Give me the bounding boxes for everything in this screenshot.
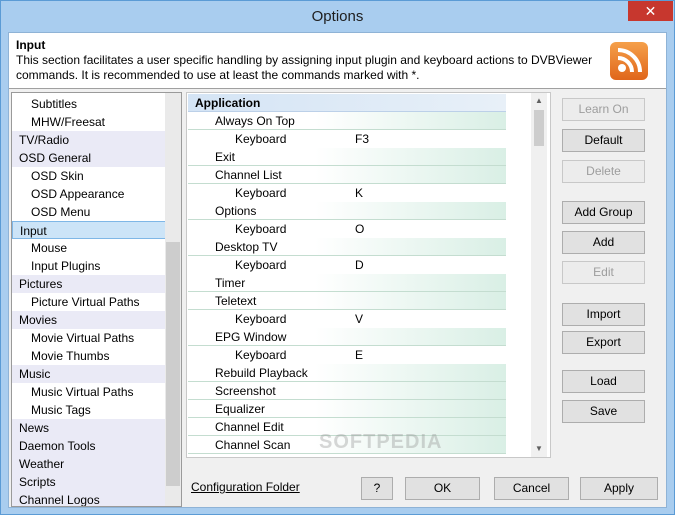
section-header: Input This section facilitates a user sp… bbox=[9, 33, 666, 89]
tree-item-tv-radio[interactable]: TV/Radio bbox=[12, 131, 166, 149]
tree-item-osd-appearance[interactable]: OSD Appearance bbox=[12, 185, 166, 203]
tree-item-channel-logos[interactable]: Channel Logos bbox=[12, 491, 166, 506]
title-bar: Options ✕ bbox=[1, 1, 674, 32]
key-binding-type: Keyboard bbox=[235, 348, 287, 362]
tree-item-osd-general[interactable]: OSD General bbox=[12, 149, 166, 167]
command-action[interactable]: Options bbox=[188, 202, 506, 220]
key-binding-row[interactable]: Keyboard D bbox=[188, 256, 506, 274]
rss-feed-icon bbox=[610, 42, 648, 80]
client-area: Input This section facilitates a user sp… bbox=[8, 32, 667, 508]
command-action[interactable]: Equalizer bbox=[188, 400, 506, 418]
tree-item-input[interactable]: Input bbox=[12, 221, 166, 239]
tree-item-subtitles[interactable]: Subtitles bbox=[12, 95, 166, 113]
command-action[interactable]: Always On Top bbox=[188, 112, 506, 130]
scroll-down-icon[interactable]: ▼ bbox=[531, 441, 547, 457]
command-action[interactable]: Rebuild Playback bbox=[188, 364, 506, 382]
import-button[interactable]: Import bbox=[562, 303, 645, 326]
tree-item-movie-thumbs[interactable]: Movie Thumbs bbox=[12, 347, 166, 365]
tree-item-scripts[interactable]: Scripts bbox=[12, 473, 166, 491]
tree-item-music[interactable]: Music bbox=[12, 365, 166, 383]
ok-button[interactable]: OK bbox=[405, 477, 480, 500]
key-binding-type: Keyboard bbox=[235, 258, 287, 272]
configuration-folder-link[interactable]: Configuration Folder bbox=[191, 480, 300, 494]
load-button[interactable]: Load bbox=[562, 370, 645, 393]
tree-item-movie-virtual-paths[interactable]: Movie Virtual Paths bbox=[12, 329, 166, 347]
command-action[interactable]: Channel List bbox=[188, 166, 506, 184]
delete-button[interactable]: Delete bbox=[562, 160, 645, 183]
command-list[interactable]: Application Always On Top Keyboard F3 Exit Ch… bbox=[186, 92, 551, 458]
scroll-up-icon[interactable]: ▲ bbox=[531, 93, 547, 109]
key-binding-type: Keyboard bbox=[235, 186, 287, 200]
key-binding-row[interactable]: Keyboard F3 bbox=[188, 130, 506, 148]
key-binding-type: Keyboard bbox=[235, 312, 287, 326]
tree-item-mouse[interactable]: Mouse bbox=[12, 239, 166, 257]
learn-on-button[interactable]: Learn On bbox=[562, 98, 645, 121]
watermark: SOFTPEDIA bbox=[319, 431, 443, 453]
tree-item-pictures[interactable]: Pictures bbox=[12, 275, 166, 293]
command-action[interactable]: Desktop TV bbox=[188, 238, 506, 256]
help-button[interactable]: ? bbox=[361, 477, 393, 500]
tree-item-picture-virtual-paths[interactable]: Picture Virtual Paths bbox=[12, 293, 166, 311]
edit-button[interactable]: Edit bbox=[562, 261, 645, 284]
key-binding-value: V bbox=[355, 312, 364, 326]
key-binding-value: K bbox=[355, 186, 364, 200]
list-scrollbar[interactable]: ▲ ▼ bbox=[531, 93, 547, 457]
key-binding-row[interactable]: Keyboard E bbox=[188, 346, 506, 364]
category-tree[interactable]: Subtitles MHW/Freesat TV/Radio OSD General O… bbox=[11, 92, 182, 507]
save-button[interactable]: Save bbox=[562, 400, 645, 423]
key-binding-value: E bbox=[355, 348, 364, 362]
tree-item-weather[interactable]: Weather bbox=[12, 455, 166, 473]
command-action[interactable]: Teletext bbox=[188, 292, 506, 310]
tree-scrollbar[interactable] bbox=[165, 93, 181, 506]
list-scroll-thumb[interactable] bbox=[534, 110, 544, 146]
command-action[interactable]: Screenshot bbox=[188, 382, 506, 400]
apply-button[interactable]: Apply bbox=[580, 477, 658, 500]
default-button[interactable]: Default bbox=[562, 129, 645, 152]
add-button[interactable]: Add bbox=[562, 231, 645, 254]
tree-item-music-tags[interactable]: Music Tags bbox=[12, 401, 166, 419]
key-binding-value: D bbox=[355, 258, 364, 272]
tree-item-input-plugins[interactable]: Input Plugins bbox=[12, 257, 166, 275]
close-button[interactable]: ✕ bbox=[628, 1, 673, 21]
key-binding-row[interactable]: Keyboard O bbox=[188, 220, 506, 238]
tree-item-daemon-tools[interactable]: Daemon Tools bbox=[12, 437, 166, 455]
export-button[interactable]: Export bbox=[562, 331, 645, 354]
options-window: Options ✕ Input This section facilitates… bbox=[0, 0, 675, 515]
tree-item-news[interactable]: News bbox=[12, 419, 166, 437]
section-description: This section facilitates a user specific… bbox=[16, 53, 593, 82]
tree-item-mhw-freesat[interactable]: MHW/Freesat bbox=[12, 113, 166, 131]
key-binding-value: F3 bbox=[355, 132, 370, 146]
tree-scroll-thumb[interactable] bbox=[166, 242, 180, 486]
window-title: Options bbox=[311, 8, 364, 25]
command-action[interactable]: EPG Window bbox=[188, 328, 506, 346]
section-title: Input bbox=[16, 38, 46, 52]
tree-item-music-virtual-paths[interactable]: Music Virtual Paths bbox=[12, 383, 166, 401]
tree-item-osd-skin[interactable]: OSD Skin bbox=[12, 167, 166, 185]
command-action[interactable]: Timer bbox=[188, 274, 506, 292]
tree-item-osd-menu[interactable]: OSD Menu bbox=[12, 203, 166, 221]
command-action[interactable]: Exit bbox=[188, 148, 506, 166]
key-binding-value: O bbox=[355, 222, 365, 236]
tree-item-movies[interactable]: Movies bbox=[12, 311, 166, 329]
key-binding-row[interactable]: Keyboard K bbox=[188, 184, 506, 202]
command-group[interactable]: Application bbox=[188, 94, 506, 112]
key-binding-type: Keyboard bbox=[235, 222, 287, 236]
cancel-button[interactable]: Cancel bbox=[494, 477, 569, 500]
key-binding-row[interactable]: Keyboard V bbox=[188, 310, 506, 328]
add-group-button[interactable]: Add Group bbox=[562, 201, 645, 224]
key-binding-type: Keyboard bbox=[235, 132, 287, 146]
